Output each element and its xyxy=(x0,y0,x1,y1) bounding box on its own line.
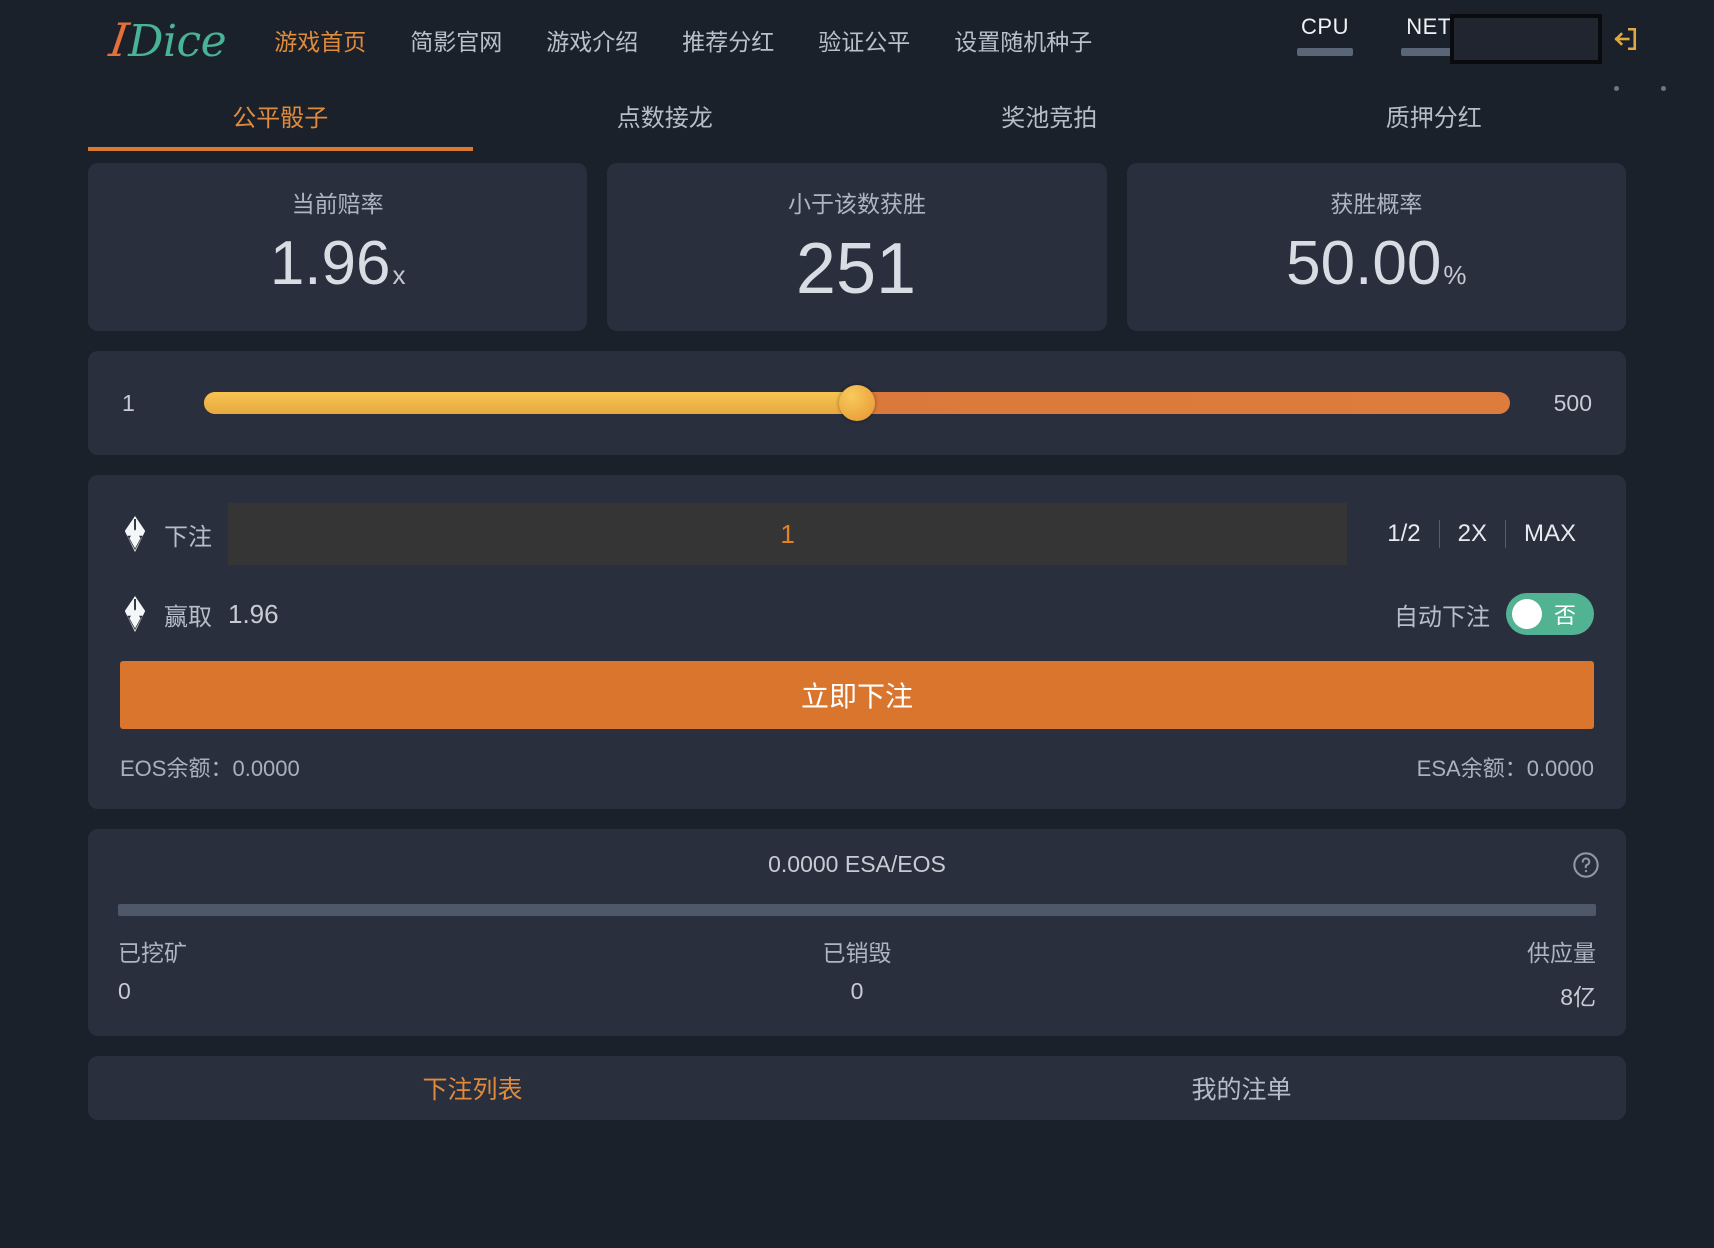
stat-cards: 当前赔率 1.96x 小于该数获胜 251 获胜概率 50.00% xyxy=(88,163,1626,331)
mining-progress-bar xyxy=(118,904,1596,916)
roll-under-slider[interactable] xyxy=(204,385,1510,421)
stat-number-win-chance: 50.00 xyxy=(1286,229,1442,298)
bet-double-button[interactable]: 2X xyxy=(1440,520,1505,548)
eos-balance-value: 0.0000 xyxy=(232,756,300,781)
mining-stats: 已挖矿 0 已销毁 0 供应量 8亿 xyxy=(118,934,1596,1012)
net-bar xyxy=(1401,48,1457,56)
slider-max-label: 500 xyxy=(1553,389,1592,416)
burned-value: 0 xyxy=(850,978,864,1004)
dot-2 xyxy=(1661,86,1666,91)
tab-jackpot-auction[interactable]: 奖池竞拍 xyxy=(857,86,1242,151)
mining-burned: 已销毁 0 xyxy=(611,934,1104,1012)
stat-value-payout: 1.96x xyxy=(88,233,587,295)
help-circle-icon[interactable] xyxy=(1572,851,1600,879)
mined-value: 0 xyxy=(118,978,131,1004)
mining-panel: 0.0000 ESA/EOS 已挖矿 0 已销毁 0 供应量 8亿 xyxy=(88,829,1626,1036)
auto-bet-toggle-knob xyxy=(1512,599,1542,629)
auto-bet-toggle[interactable]: 否 xyxy=(1506,593,1594,635)
tab-points-chain[interactable]: 点数接龙 xyxy=(473,86,858,151)
bet-max-button[interactable]: MAX xyxy=(1506,520,1594,548)
potential-win-row: 赢取 1.96 自动下注 否 xyxy=(120,593,1594,635)
stat-card-roll-under: 小于该数获胜 251 xyxy=(607,163,1107,331)
bet-amount-input[interactable] xyxy=(228,503,1348,565)
nav-item-referral-dividend[interactable]: 推荐分红 xyxy=(682,23,774,57)
nav-item-home[interactable]: 游戏首页 xyxy=(274,23,366,57)
stat-number-roll-under: 251 xyxy=(795,229,917,309)
app-root: I Dice 游戏首页 简影官网 游戏介绍 推荐分红 验证公平 设置随机种子 C… xyxy=(0,0,1714,1248)
supply-label: 供应量 xyxy=(1527,940,1597,966)
tab-bet-list[interactable]: 下注列表 xyxy=(88,1070,857,1106)
login-icon[interactable] xyxy=(1612,26,1638,52)
bet-amount-row: 下注 1/2 2X MAX xyxy=(120,503,1594,565)
eos-leaf-icon xyxy=(124,596,146,632)
stat-title-payout: 当前赔率 xyxy=(291,191,384,217)
win-label: 赢取 xyxy=(164,603,212,631)
auto-bet-control: 自动下注 否 xyxy=(1394,593,1594,635)
stat-card-win-chance: 获胜概率 50.00% xyxy=(1126,163,1626,331)
mined-label: 已挖矿 xyxy=(118,940,187,966)
slider-min-label: 1 xyxy=(122,389,135,416)
mining-supply: 供应量 8亿 xyxy=(1103,934,1596,1012)
stat-unit-win-chance: % xyxy=(1443,260,1467,290)
tab-my-bets[interactable]: 我的注单 xyxy=(857,1070,1626,1106)
eos-leaf-icon xyxy=(124,516,146,552)
mining-mined: 已挖矿 0 xyxy=(118,934,611,1012)
stat-value-roll-under: 251 xyxy=(607,233,1106,305)
bet-panel: 下注 1/2 2X MAX 赢取 1.96 xyxy=(88,475,1626,809)
bet-quick-actions: 1/2 2X MAX xyxy=(1369,520,1594,548)
esa-balance-label: ESA余额： xyxy=(1416,756,1527,781)
nav-item-game-intro[interactable]: 游戏介绍 xyxy=(546,23,638,57)
stat-value-win-chance: 50.00% xyxy=(1127,233,1626,295)
tab-stake-dividend[interactable]: 质押分红 xyxy=(1242,86,1627,151)
brand-logo-name: Dice xyxy=(128,15,227,67)
roll-under-slider-panel: 1 500 xyxy=(88,351,1626,455)
site-header: I Dice 游戏首页 简影官网 游戏介绍 推荐分红 验证公平 设置随机种子 C… xyxy=(0,0,1714,91)
mining-rate: 0.0000 ESA/EOS xyxy=(768,851,946,877)
win-amount: 1.96 xyxy=(228,598,279,629)
brand-logo[interactable]: I Dice xyxy=(106,13,227,67)
balances-row: EOS余额：0.0000 ESA余额：0.0000 xyxy=(120,751,1594,783)
place-bet-button[interactable]: 立即下注 xyxy=(120,661,1594,729)
auto-bet-label: 自动下注 xyxy=(1394,603,1490,631)
auto-bet-toggle-state: 否 xyxy=(1553,603,1576,628)
cpu-meter[interactable]: CPU xyxy=(1292,14,1358,56)
resource-meters: CPU NET xyxy=(1292,14,1462,56)
esa-balance: ESA余额：0.0000 xyxy=(1417,751,1594,783)
net-label: NET xyxy=(1406,14,1452,39)
account-name-field[interactable] xyxy=(1450,14,1602,64)
eos-balance-label: EOS余额： xyxy=(120,756,233,781)
stat-title-win-chance: 获胜概率 xyxy=(1330,191,1423,217)
stat-number-payout: 1.96 xyxy=(269,229,391,298)
game-tabs: 公平骰子 点数接龙 奖池竞拍 质押分红 xyxy=(0,86,1714,151)
esa-balance-value: 0.0000 xyxy=(1526,756,1594,781)
main-content: 当前赔率 1.96x 小于该数获胜 251 获胜概率 50.00% 1 500 xyxy=(0,163,1714,1120)
stat-card-payout: 当前赔率 1.96x xyxy=(88,163,588,331)
main-nav: 游戏首页 简影官网 游戏介绍 推荐分红 验证公平 设置随机种子 xyxy=(274,23,1092,57)
eos-balance: EOS余额：0.0000 xyxy=(120,751,300,783)
slider-thumb[interactable] xyxy=(839,385,875,421)
cpu-bar xyxy=(1297,48,1353,56)
slider-fill xyxy=(204,392,857,414)
nav-item-official-site[interactable]: 简影官网 xyxy=(410,23,502,57)
nav-item-set-random-seed[interactable]: 设置随机种子 xyxy=(954,23,1092,57)
nav-item-verify-fairness[interactable]: 验证公平 xyxy=(818,23,910,57)
bet-amount-label: 下注 xyxy=(164,523,212,551)
bet-list-tabs: 下注列表 我的注单 xyxy=(88,1056,1626,1120)
bet-half-button[interactable]: 1/2 xyxy=(1369,520,1438,548)
tab-fair-dice[interactable]: 公平骰子 xyxy=(88,86,473,151)
supply-value: 8亿 xyxy=(1560,984,1597,1010)
stat-title-roll-under: 小于该数获胜 xyxy=(787,191,926,217)
burned-label: 已销毁 xyxy=(822,940,892,966)
stat-unit-payout: x xyxy=(392,260,406,290)
cpu-label: CPU xyxy=(1301,14,1349,39)
